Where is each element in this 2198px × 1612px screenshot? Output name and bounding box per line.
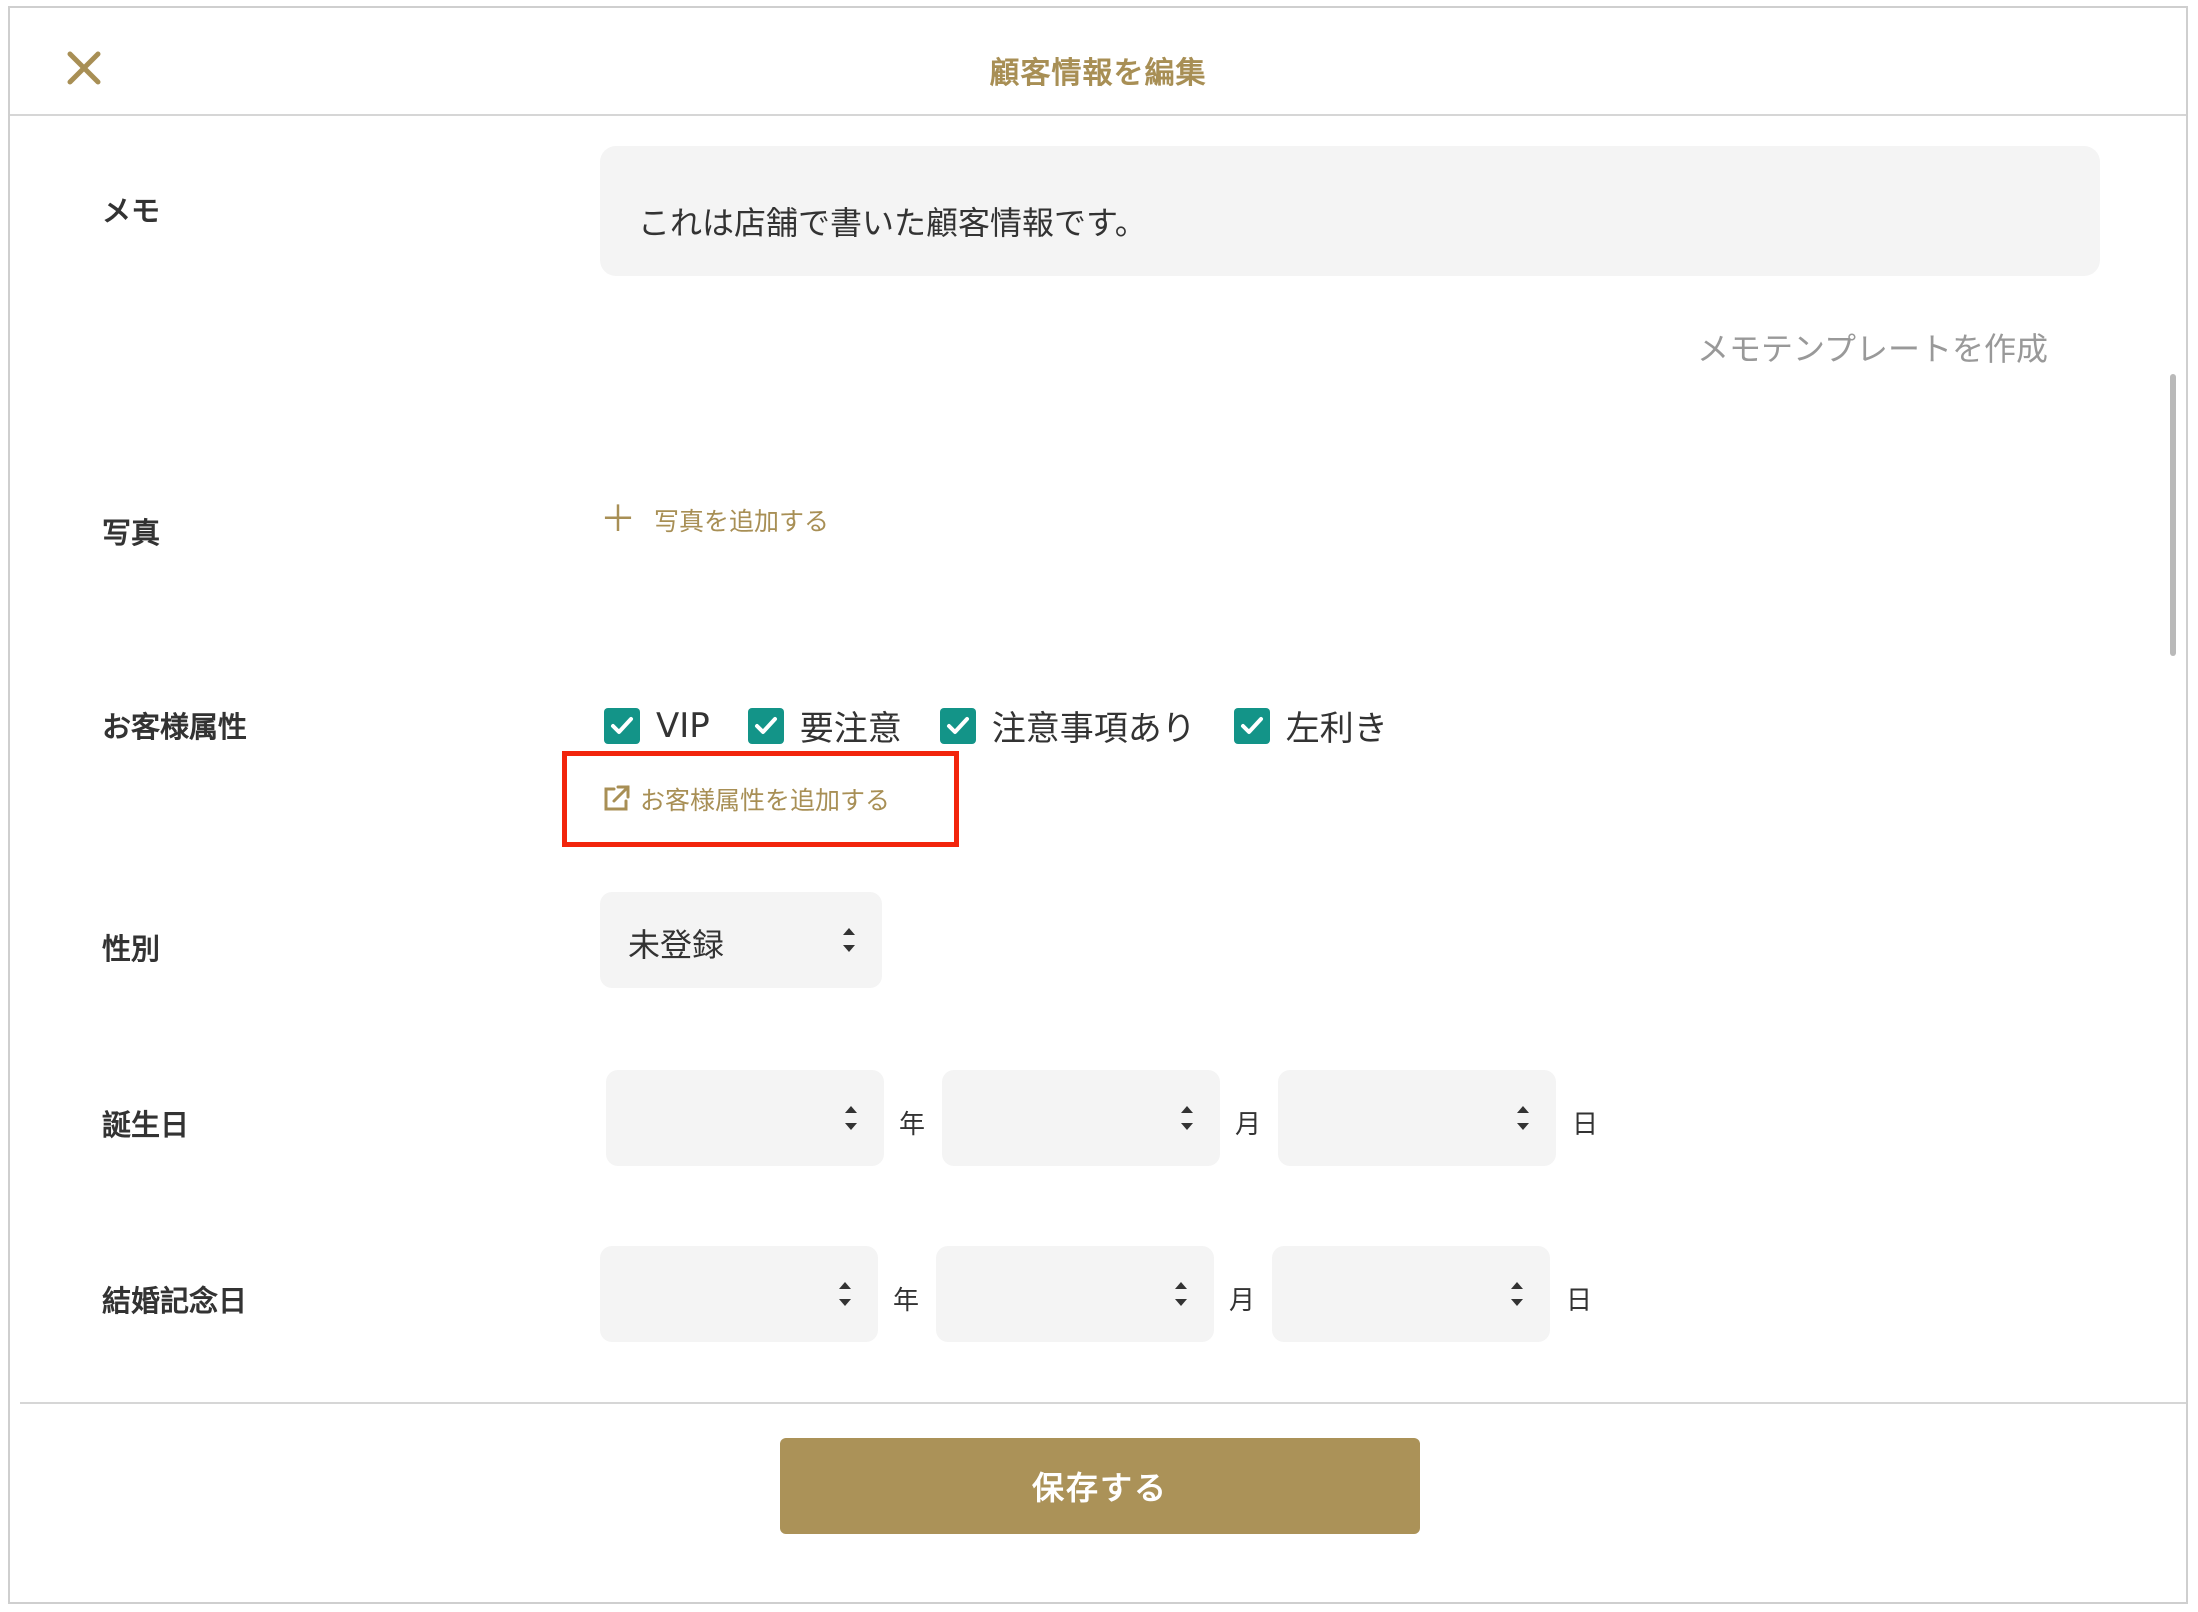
add-photo-label: 写真を追加する xyxy=(654,507,830,536)
footer-divider xyxy=(20,1402,2186,1404)
save-button[interactable]: 保存する xyxy=(780,1438,1420,1534)
anniversary-month-select[interactable] xyxy=(936,1246,1214,1342)
attribute-notes[interactable]: 注意事項あり xyxy=(939,701,1196,750)
select-arrows-icon xyxy=(1175,1282,1187,1306)
attribute-label: 注意事項あり xyxy=(991,709,1196,749)
select-arrows-icon xyxy=(839,1282,851,1306)
gender-select[interactable]: 未登録 xyxy=(600,892,882,988)
month-unit: 月 xyxy=(1229,1286,1256,1316)
attribute-label: VIP xyxy=(656,705,710,746)
create-memo-template-link[interactable]: メモテンプレートを作成 xyxy=(1697,324,2048,370)
add-attribute-link[interactable]: お客様属性を追加する xyxy=(600,781,890,817)
add-photo-button[interactable]: ＋ 写真を追加する xyxy=(600,502,829,538)
year-unit: 年 xyxy=(899,1110,926,1140)
attribute-caution[interactable]: 要注意 xyxy=(747,701,902,750)
birthday-year-select[interactable] xyxy=(606,1070,884,1166)
checkbox-checked-icon[interactable] xyxy=(939,707,976,744)
memo-label: メモ xyxy=(102,194,161,228)
dialog-title: 顧客情報を編集 xyxy=(989,56,1207,91)
birthday-label: 誕生日 xyxy=(102,1108,190,1142)
plus-icon: ＋ xyxy=(600,499,637,540)
month-unit: 月 xyxy=(1235,1110,1262,1140)
attribute-checkbox-group: VIP 要注意 注意事項あり 左利き xyxy=(604,701,1426,750)
year-unit: 年 xyxy=(893,1286,920,1316)
scrollbar[interactable] xyxy=(2170,374,2176,656)
attributes-label: お客様属性 xyxy=(102,710,248,744)
edit-customer-dialog: 顧客情報を編集 メモ これは店舗で書いた顧客情報です。 メモテンプレートを作成 … xyxy=(8,6,2188,1604)
gender-label: 性別 xyxy=(102,932,161,966)
select-arrows-icon xyxy=(1511,1282,1523,1306)
checkbox-checked-icon[interactable] xyxy=(747,707,784,744)
gender-value: 未登録 xyxy=(628,926,725,964)
select-arrows-icon xyxy=(843,928,855,952)
day-unit: 日 xyxy=(1566,1286,1593,1316)
attribute-left-handed[interactable]: 左利き xyxy=(1233,701,1388,750)
checkbox-checked-icon[interactable] xyxy=(604,707,640,744)
anniversary-day-select[interactable] xyxy=(1272,1246,1550,1342)
memo-textarea[interactable]: これは店舗で書いた顧客情報です。 xyxy=(600,146,2100,276)
add-attribute-label: お客様属性を追加する xyxy=(640,786,891,815)
select-arrows-icon xyxy=(845,1106,857,1130)
photo-label: 写真 xyxy=(102,516,161,550)
attribute-label: 左利き xyxy=(1285,709,1388,749)
birthday-month-select[interactable] xyxy=(942,1070,1220,1166)
select-arrows-icon xyxy=(1181,1106,1193,1130)
anniversary-label: 結婚記念日 xyxy=(102,1284,248,1318)
anniversary-year-select[interactable] xyxy=(600,1246,878,1342)
checkbox-checked-icon[interactable] xyxy=(1233,707,1270,744)
day-unit: 日 xyxy=(1572,1110,1599,1140)
select-arrows-icon xyxy=(1517,1106,1529,1130)
birthday-day-select[interactable] xyxy=(1278,1070,1556,1166)
external-link-icon xyxy=(604,785,630,811)
attribute-vip[interactable]: VIP xyxy=(604,706,710,746)
dialog-header: 顧客情報を編集 xyxy=(10,8,2186,116)
attribute-label: 要注意 xyxy=(799,709,902,749)
